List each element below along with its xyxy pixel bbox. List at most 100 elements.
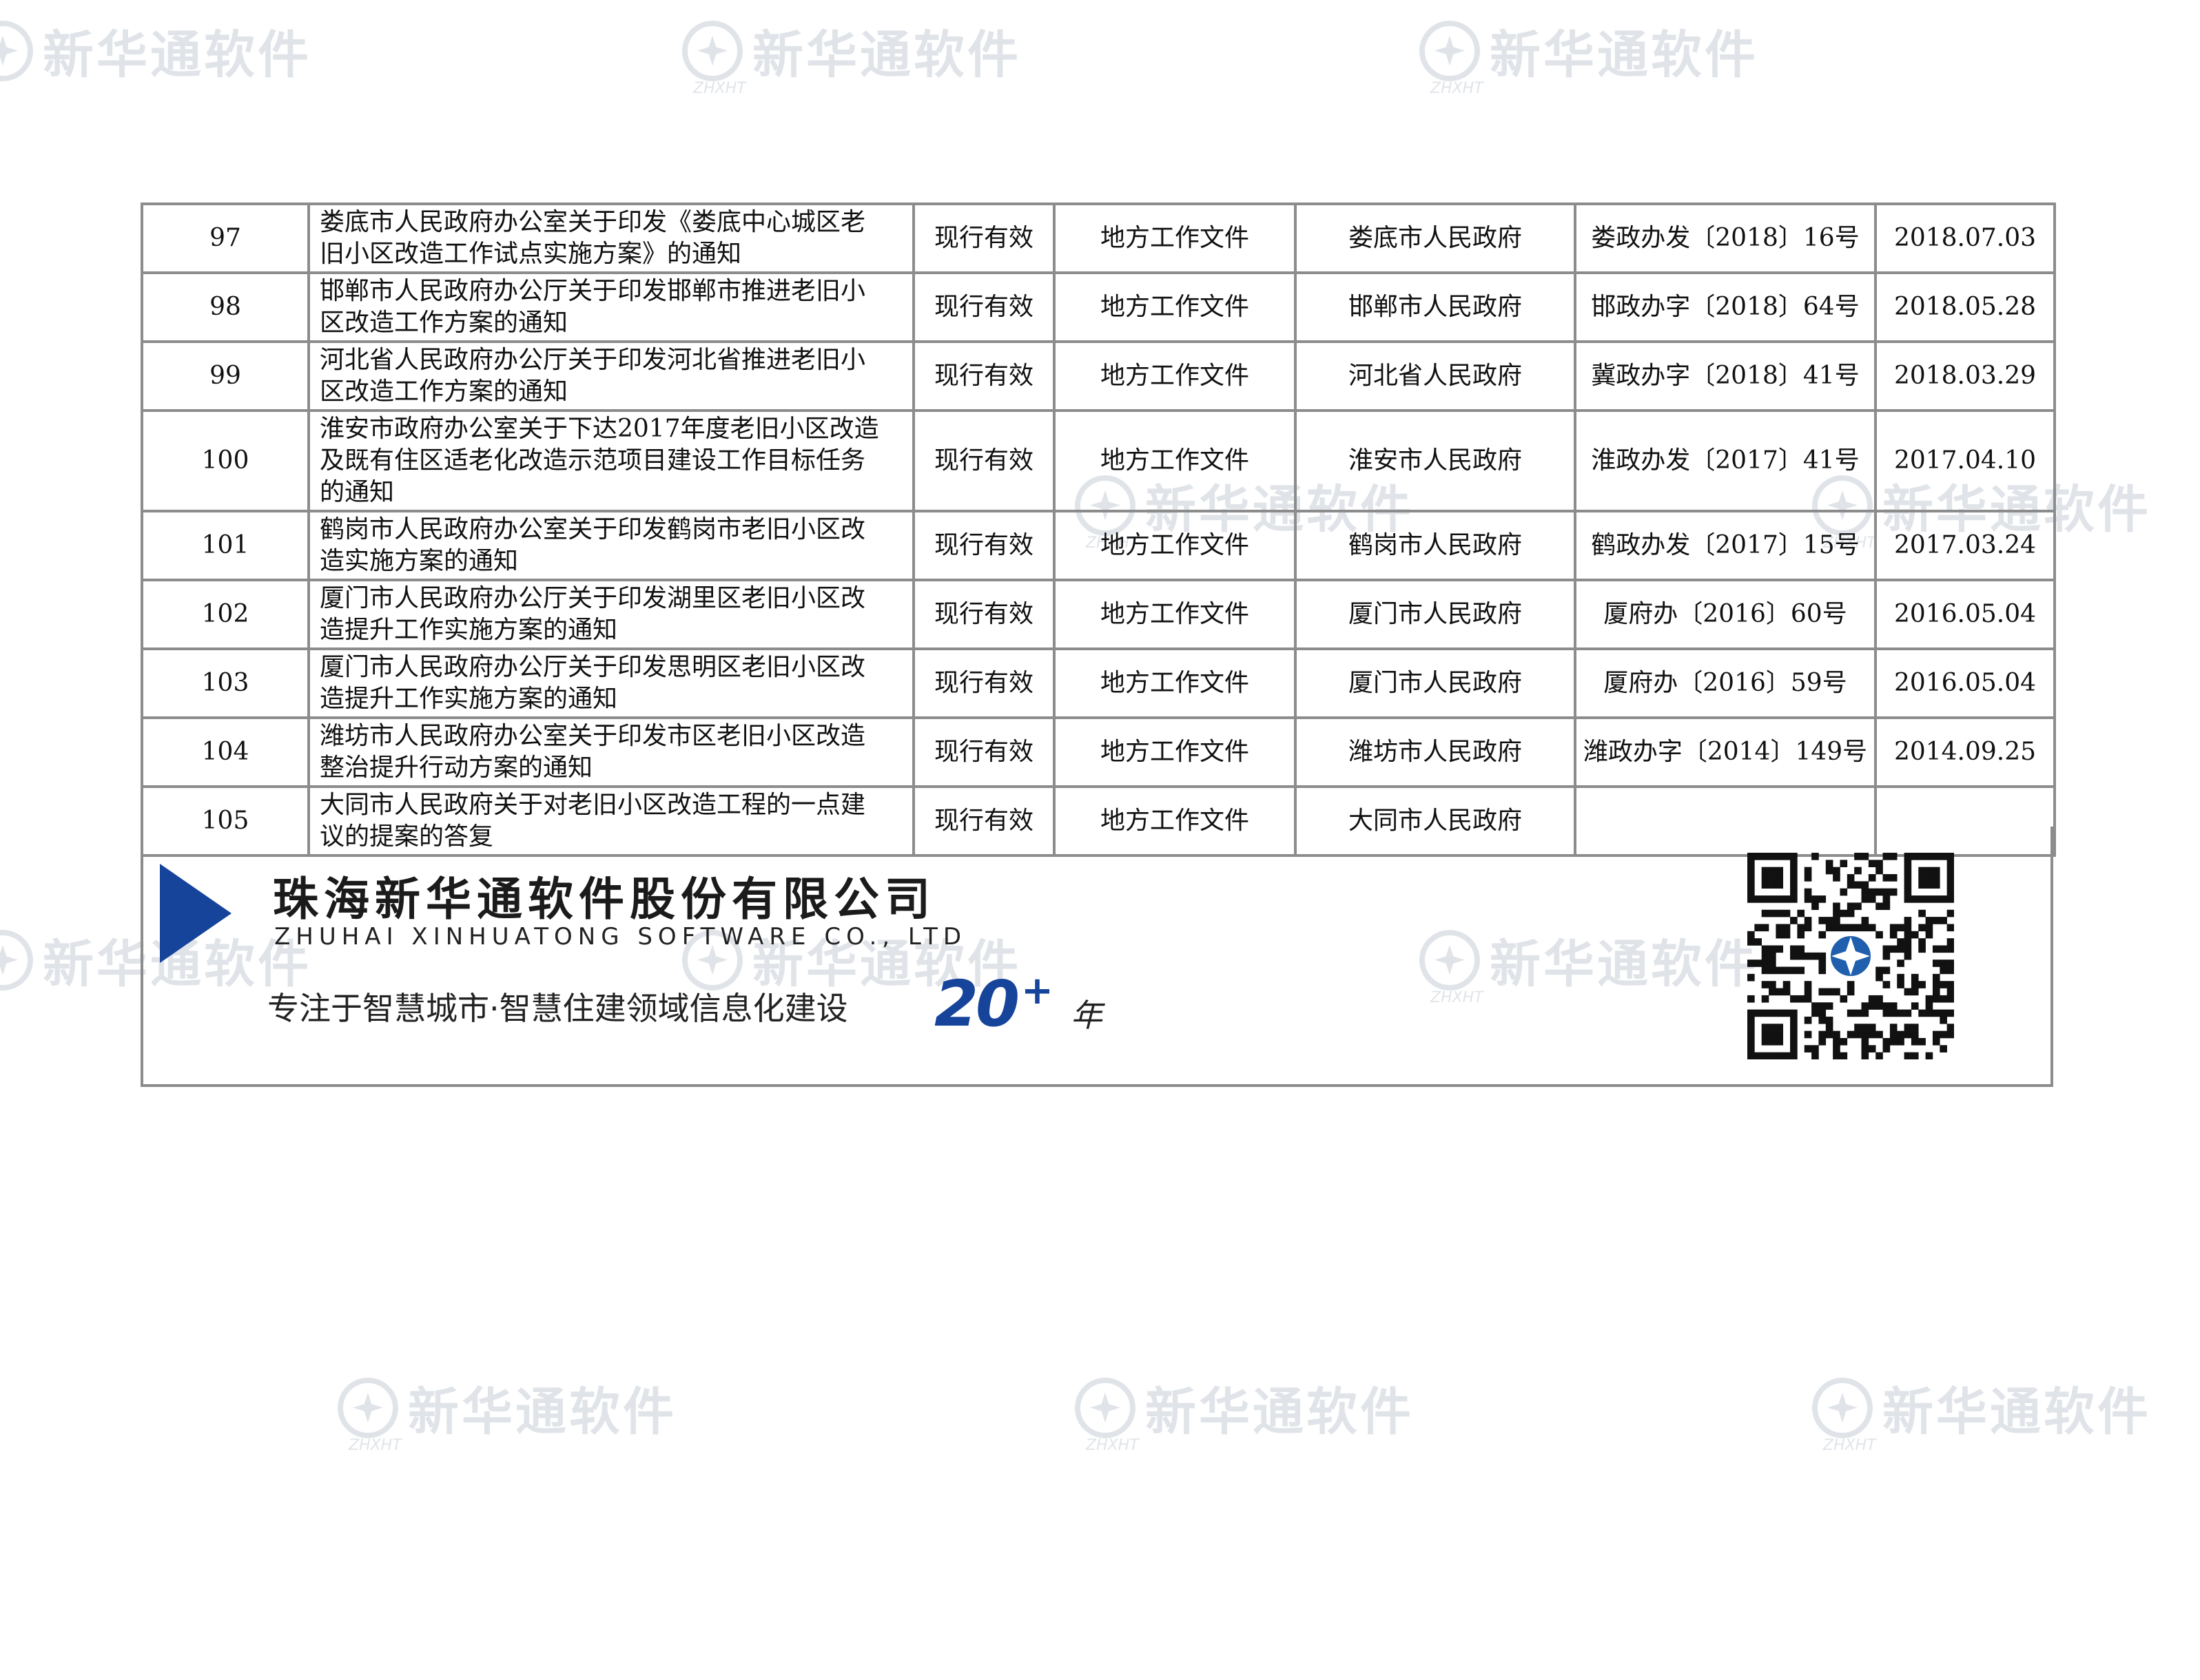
document-title-line: 造提升工作实施方案的通知 (320, 685, 618, 713)
document-number: 厦府办〔2016〕60号 (1574, 579, 1877, 650)
document-number: 冀政办字〔2018〕41号 (1574, 340, 1877, 412)
issuing-authority: 鹤岗市人民政府 (1294, 510, 1576, 581)
document-title: 潍坊市人民政府办公室关于印发市区老旧小区改造 整治提升行动方案的通知 (307, 716, 915, 788)
document-table: 97 娄底市人民政府办公室关于印发《娄底中心城区老 旧小区改造工作试点实施方案》的通… (141, 203, 2056, 857)
row-number: 102 (141, 579, 310, 650)
table-row: 102 厦门市人民政府办公厅关于印发湖里区老旧小区改 造提升工作实施方案的通知 现行有… (141, 579, 2056, 650)
validity-status: 现行有效 (912, 409, 1056, 512)
logo-icon (338, 1377, 398, 1438)
document-title-line: 及既有住区适老化改造示范项目建设工作目标任务 (320, 446, 866, 475)
document-category: 地方工作文件 (1053, 716, 1297, 788)
document-title: 邯郸市人民政府办公厅关于印发邯郸市推进老旧小 区改造工作方案的通知 (307, 271, 915, 343)
document-number: 鹤政办发〔2017〕15号 (1574, 510, 1877, 581)
issuing-authority: 淮安市人民政府 (1294, 409, 1576, 512)
document-title: 厦门市人民政府办公厅关于印发思明区老旧小区改 造提升工作实施方案的通知 (307, 647, 915, 719)
watermark-text: 新华通软件 (408, 1382, 677, 1442)
logo-icon (1419, 20, 1480, 81)
issue-date: 2018.07.03 (1874, 203, 2056, 274)
document-number: 邯政办字〔2018〕64号 (1574, 271, 1877, 343)
company-name: 珠海新华通软件股份有限公司 (273, 873, 936, 926)
watermark-text: 新华通软件 (1882, 1382, 2151, 1442)
logo-icon (1812, 1377, 1873, 1438)
company-name-en: ZHUHAI XINHUATONG SOFTWARE CO., LTD (274, 923, 967, 951)
document-title-line: 整治提升行动方案的通知 (320, 754, 593, 782)
table-row: 98 邯郸市人民政府办公厅关于印发邯郸市推进老旧小 区改造工作方案的通知 现行有效 地方… (141, 271, 2056, 343)
document-title-line: 造提升工作实施方案的通知 (320, 616, 618, 644)
document-category: 地方工作文件 (1053, 647, 1297, 719)
validity-status: 现行有效 (912, 579, 1056, 650)
document-category: 地方工作文件 (1053, 340, 1297, 412)
issue-date: 2016.05.04 (1874, 647, 2056, 719)
issue-date: 2014.09.25 (1874, 716, 2056, 788)
row-number: 100 (141, 409, 310, 512)
table-row: 104 潍坊市人民政府办公室关于印发市区老旧小区改造 整治提升行动方案的通知 现行有效… (141, 716, 2056, 788)
row-number: 98 (141, 271, 310, 343)
document-title-line: 的通知 (320, 478, 395, 506)
validity-status: 现行有效 (912, 271, 1056, 343)
logo-icon (682, 20, 743, 81)
issuing-authority: 娄底市人民政府 (1294, 203, 1576, 274)
footer-banner: 珠海新华通软件股份有限公司 ZHUHAI XINHUATONG SOFTWARE… (141, 827, 2053, 1087)
validity-status: 现行有效 (912, 340, 1056, 412)
document-title-line: 厦门市人民政府办公厅关于印发湖里区老旧小区改 (320, 584, 866, 612)
document-title-line: 大同市人民政府关于对老旧小区改造工程的一点建 (320, 791, 866, 819)
document-title-line: 娄底市人民政府办公室关于印发《娄底中心城区老 (320, 208, 866, 236)
watermark-text: 新华通软件 (1490, 25, 1758, 85)
years-unit: 年 (1071, 997, 1102, 1034)
issuing-authority: 河北省人民政府 (1294, 340, 1576, 412)
document-title: 鹤岗市人民政府办公室关于印发鹤岗市老旧小区改 造实施方案的通知 (307, 510, 915, 581)
document-number: 潍政办字〔2014〕149号 (1574, 716, 1877, 788)
years-number: 20 (934, 967, 1020, 1041)
document-title: 淮安市政府办公室关于下达2017年度老旧小区改造 及既有住区适老化改造示范项目建设… (307, 409, 915, 512)
play-triangle-icon (160, 864, 232, 963)
watermark: 新华通软件 ZHXHT (1075, 1371, 1414, 1454)
table-row: 99 河北省人民政府办公厅关于印发河北省推进老旧小 区改造工作方案的通知 现行有效 地方… (141, 340, 2056, 412)
row-number: 99 (141, 340, 310, 412)
row-number: 103 (141, 647, 310, 719)
table-row: 103 厦门市人民政府办公厅关于印发思明区老旧小区改 造提升工作实施方案的通知 现行有… (141, 647, 2056, 719)
document-category: 地方工作文件 (1053, 203, 1297, 274)
watermark-text: 新华通软件 (43, 25, 311, 85)
table-body: 97 娄底市人民政府办公室关于印发《娄底中心城区老 旧小区改造工作试点实施方案》的通… (141, 203, 2056, 857)
row-number: 104 (141, 716, 310, 788)
issue-date: 2017.03.24 (1874, 510, 2056, 581)
document-title-line: 区改造工作方案的通知 (320, 309, 568, 337)
document-category: 地方工作文件 (1053, 579, 1297, 650)
watermark-sub: ZHXHT (1086, 1437, 1139, 1454)
document-number: 厦府办〔2016〕59号 (1574, 647, 1877, 719)
issuing-authority: 厦门市人民政府 (1294, 647, 1576, 719)
document-title-line: 旧小区改造工作试点实施方案》的通知 (320, 240, 742, 268)
document-title-line: 鹤岗市人民政府办公室关于印发鹤岗市老旧小区改 (320, 515, 866, 543)
watermark: 新华通软件 ZHXHT (1812, 1371, 2151, 1454)
document-title: 娄底市人民政府办公室关于印发《娄底中心城区老 旧小区改造工作试点实施方案》的通知 (307, 203, 915, 274)
years-badge: 20 + (934, 967, 1053, 1041)
issue-date: 2018.03.29 (1874, 340, 2056, 412)
validity-status: 现行有效 (912, 203, 1056, 274)
issue-date: 2018.05.28 (1874, 271, 2056, 343)
validity-status: 现行有效 (912, 647, 1056, 719)
document-title: 河北省人民政府办公厅关于印发河北省推进老旧小 区改造工作方案的通知 (307, 340, 915, 412)
watermark-sub: ZHXHT (693, 80, 746, 97)
table-row: 100 淮安市政府办公室关于下达2017年度老旧小区改造 及既有住区适老化改造示范项… (141, 409, 2056, 512)
document-category: 地方工作文件 (1053, 510, 1297, 581)
document-number: 淮政办发〔2017〕41号 (1574, 409, 1877, 512)
document-title: 厦门市人民政府办公厅关于印发湖里区老旧小区改 造提升工作实施方案的通知 (307, 579, 915, 650)
issuing-authority: 潍坊市人民政府 (1294, 716, 1576, 788)
document-title-line: 河北省人民政府办公厅关于印发河北省推进老旧小 (320, 346, 866, 374)
document-category: 地方工作文件 (1053, 271, 1297, 343)
logo-icon (0, 929, 33, 991)
document-title-line: 邯郸市人民政府办公厅关于印发邯郸市推进老旧小 (320, 277, 866, 305)
logo-icon (0, 20, 33, 81)
table-row: 101 鹤岗市人民政府办公室关于印发鹤岗市老旧小区改 造实施方案的通知 现行有效 地方工… (141, 510, 2056, 581)
watermark-sub: ZHXHT (1430, 80, 1483, 97)
watermark-text: 新华通软件 (1145, 1382, 1414, 1442)
document-title-line: 造实施方案的通知 (320, 547, 519, 575)
issuing-authority: 厦门市人民政府 (1294, 579, 1576, 650)
watermark: 新华通软件 (0, 14, 311, 87)
logo-icon (1075, 1377, 1135, 1438)
watermark-sub: ZHXHT (349, 1437, 402, 1454)
document-category: 地方工作文件 (1053, 409, 1297, 512)
watermark-sub: ZHXHT (1823, 1437, 1876, 1454)
slogan: 专注于智慧城市·智慧住建领域信息化建设 (267, 990, 848, 1027)
years-suffix: + (1021, 968, 1053, 1014)
